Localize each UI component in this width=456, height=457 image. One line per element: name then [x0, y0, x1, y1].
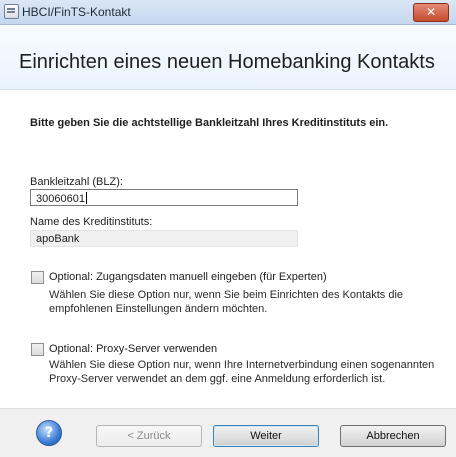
expert-credentials-checkbox[interactable]	[31, 271, 44, 284]
wizard-footer: ? < Zurück Weiter Abbrechen	[0, 408, 456, 457]
help-icon[interactable]: ?	[36, 420, 62, 446]
expert-credentials-label[interactable]: Optional: Zugangsdaten manuell eingeben …	[49, 271, 327, 283]
proxy-server-checkbox[interactable]	[31, 343, 44, 356]
back-button[interactable]: < Zurück	[96, 425, 202, 447]
window-title: HBCI/FinTS-Kontakt	[22, 5, 131, 19]
close-button[interactable]: ✕	[413, 3, 449, 22]
expert-credentials-description: Wählen Sie diese Option nur, wenn Sie be…	[49, 289, 404, 315]
blz-label: Bankleitzahl (BLZ):	[30, 176, 123, 188]
title-bar[interactable]: HBCI/FinTS-Kontakt ✕	[0, 0, 456, 25]
proxy-server-description: Wählen Sie diese Option nur, wenn Ihre I…	[49, 359, 435, 385]
proxy-server-label[interactable]: Optional: Proxy-Server verwenden	[49, 343, 217, 355]
text-caret	[85, 192, 87, 204]
page-title: Einrichten eines neuen Homebanking Konta…	[19, 51, 435, 73]
instruction-text: Bitte geben Sie die achtstellige Banklei…	[30, 117, 389, 129]
bank-name-field: apoBank	[30, 230, 298, 247]
wizard-header: Einrichten eines neuen Homebanking Konta…	[0, 25, 456, 90]
dialog-window: HBCI/FinTS-Kontakt ✕ Einrichten eines ne…	[0, 0, 456, 457]
bank-name-value: apoBank	[36, 233, 80, 245]
blz-input[interactable]: 30060601	[30, 189, 298, 206]
cancel-button[interactable]: Abbrechen	[340, 425, 446, 447]
next-button[interactable]: Weiter	[213, 425, 319, 447]
blz-input-value: 30060601	[36, 193, 85, 205]
bank-name-label: Name des Kreditinstituts:	[30, 216, 153, 228]
app-window-icon	[4, 4, 19, 19]
